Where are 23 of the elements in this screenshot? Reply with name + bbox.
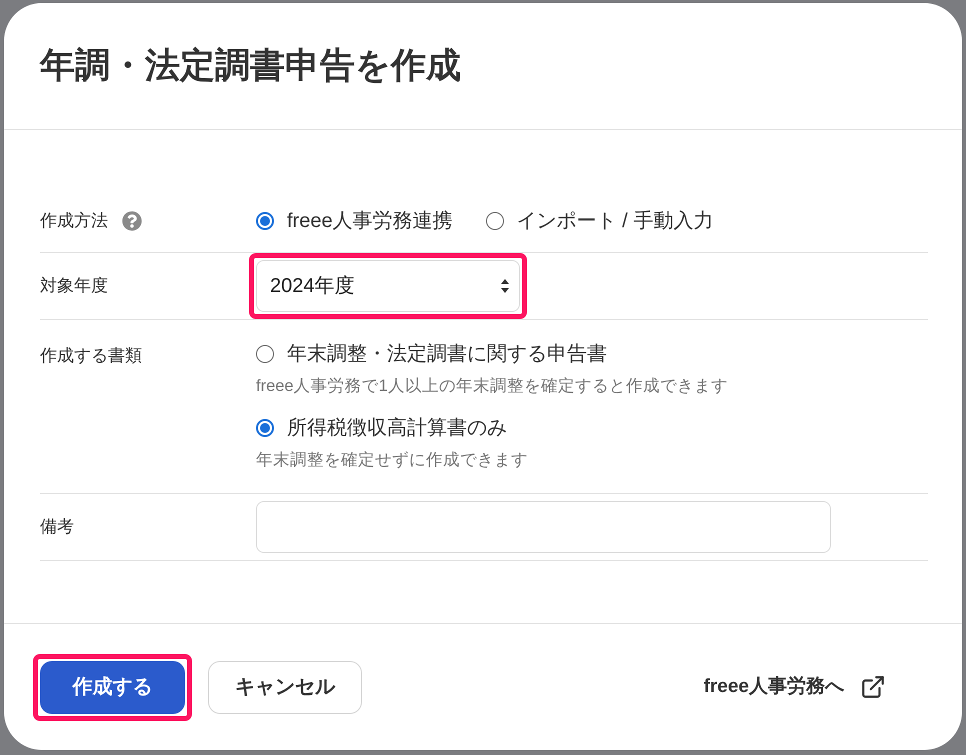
field-label: 対象年度 [40, 275, 108, 298]
option-label[interactable]: freee人事労務連携 [287, 206, 453, 236]
help-icon[interactable] [122, 211, 142, 231]
create-button[interactable]: 作成する [40, 660, 185, 714]
note-input[interactable] [256, 501, 831, 553]
cancel-button[interactable]: キャンセル [208, 660, 362, 714]
field-label: 作成方法 [40, 210, 108, 232]
external-link-icon [860, 674, 886, 700]
radio-button[interactable] [256, 212, 274, 230]
radio-button[interactable] [486, 212, 504, 230]
option-label[interactable]: インポート / 手動入力 [516, 206, 714, 236]
option-label[interactable]: 年末調整・法定調書に関する申告書 [287, 339, 607, 369]
option-hint: 年末調整を確定せずに作成できます [256, 450, 529, 470]
hr-app-link[interactable]: freee人事労務へ [704, 672, 886, 702]
dialog-title: 年調・法定調書申告を作成 [40, 44, 461, 87]
field-label: 作成する書類 [40, 345, 142, 367]
radio-button[interactable] [256, 419, 274, 437]
option-hint: freee人事労務で1人以上の年末調整を確定すると作成できます [256, 376, 728, 396]
radio-button[interactable] [256, 345, 274, 363]
field-label: 備考 [40, 516, 74, 538]
year-select[interactable]: 2024年度 [256, 260, 520, 312]
option-label[interactable]: 所得税徴収高計算書のみ [287, 413, 507, 443]
up-down-caret-icon [501, 279, 509, 293]
